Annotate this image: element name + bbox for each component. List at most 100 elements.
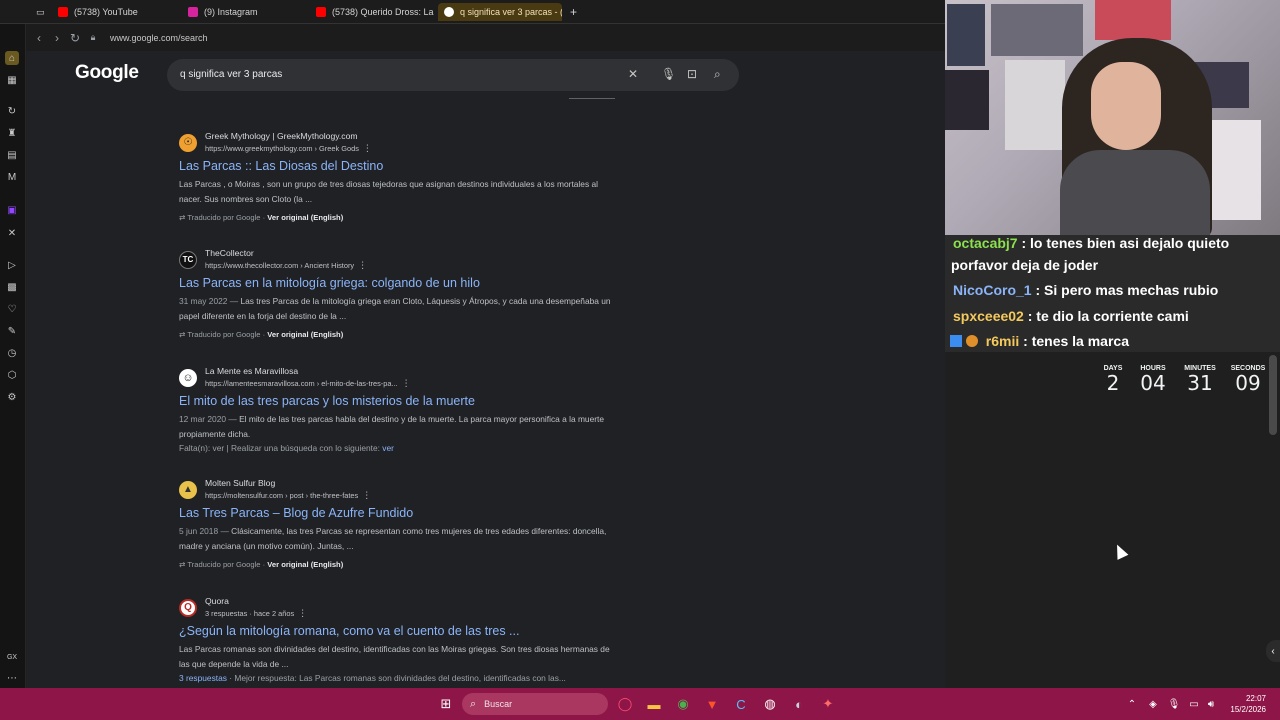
tab-overview-icon[interactable]: ▭ — [30, 3, 52, 21]
more-options-icon[interactable]: ⋮ — [402, 378, 411, 388]
taskbar-search[interactable]: ⌕ Buscar — [462, 693, 608, 715]
gaming-icon[interactable]: ▦ — [5, 73, 19, 87]
translated-label: Traducido por Google · — [187, 330, 266, 339]
site-url[interactable]: https://lamenteesmaravillosa.com › el-mi… — [205, 379, 398, 388]
game-icon[interactable]: ✦ — [818, 694, 838, 714]
heart-icon[interactable]: ♡ — [5, 302, 19, 316]
news-icon[interactable]: ▤ — [5, 148, 19, 162]
clear-icon[interactable]: ✕ — [628, 67, 638, 81]
twitch-icon[interactable]: ▣ — [5, 203, 19, 217]
mouse-cursor-icon — [1111, 542, 1129, 560]
view-original-link[interactable]: Ver original (English) — [267, 330, 343, 339]
result-title-link[interactable]: Las Parcas en la mitología griega: colga… — [179, 276, 619, 290]
side-panel-toggle-icon[interactable]: ‹ — [1266, 640, 1280, 662]
streamer-face — [1091, 62, 1161, 150]
tray-app-icon[interactable]: ◈ — [1143, 694, 1163, 714]
answers-link[interactable]: 3 respuestas — [179, 673, 227, 683]
file-explorer-icon[interactable]: ▬ — [644, 694, 664, 714]
more-options-icon[interactable]: ⋮ — [298, 608, 307, 618]
page-scrollbar[interactable] — [1269, 355, 1277, 435]
result-title-link[interactable]: ¿Según la mitología romana, como va el c… — [179, 624, 619, 638]
app-icon[interactable]: ◍ — [760, 694, 780, 714]
wall-poster — [947, 4, 985, 66]
site-name[interactable]: TheCollector — [205, 248, 367, 258]
chat-username: NicoCoro_1 — [953, 282, 1032, 298]
steam-icon[interactable]: ◐ — [789, 694, 809, 714]
settings-icon[interactable]: ⚙ — [5, 390, 19, 404]
gx-label[interactable]: GX — [5, 650, 19, 664]
result-date: 12 mar 2020 — — [179, 414, 237, 424]
view-original-link[interactable]: Ver original (English) — [267, 213, 343, 222]
search-icon[interactable]: ⌕ — [714, 67, 721, 82]
snippet-text: Las tres Parcas de la mitología griega e… — [179, 296, 611, 321]
search-result: ▲ Molten Sulfur Blog https://moltensulfu… — [179, 478, 619, 569]
snippet-text: Clásicamente, las tres Parcas se represe… — [179, 526, 607, 551]
brave-icon[interactable]: ▼ — [702, 694, 722, 714]
microphone-icon[interactable]: 🎙︎ — [661, 67, 676, 81]
search-result: ☉ Greek Mythology | GreekMythology.com h… — [179, 131, 619, 222]
site-url[interactable]: https://moltensulfur.com › post › the-th… — [205, 491, 358, 500]
tray-expand-icon[interactable]: ⌃ — [1122, 694, 1142, 714]
search-input[interactable]: q significa ver 3 parcas ✕ 🎙︎ ⊡ ⌕ — [167, 59, 739, 91]
clock-time: 22:07 — [1245, 694, 1266, 703]
site-name[interactable]: Molten Sulfur Blog — [205, 478, 371, 488]
player-icon[interactable]: ▷ — [5, 258, 19, 272]
extensions-icon[interactable]: ▩ — [5, 280, 19, 294]
google-logo[interactable]: Google — [75, 62, 139, 84]
more-options-icon[interactable]: ⋮ — [363, 143, 372, 153]
google-results-page: Google q significa ver 3 parcas ✕ 🎙︎ ⊡ ⌕… — [27, 51, 945, 688]
site-url[interactable]: https://www.thecollector.com › Ancient H… — [205, 261, 354, 270]
volume-icon[interactable]: 🔊︎ — [1201, 694, 1221, 714]
site-name[interactable]: Quora — [205, 596, 307, 606]
reload-icon[interactable]: ↻ — [66, 31, 84, 45]
back-icon[interactable]: ‹ — [30, 31, 48, 45]
home-icon[interactable]: ⌂ — [5, 51, 19, 65]
box-icon[interactable]: ⬡ — [5, 368, 19, 382]
windows-start-icon[interactable]: ⊞ — [436, 694, 456, 714]
result-date: 5 jun 2018 — — [179, 526, 229, 536]
site-logo-icon: ▲ — [179, 480, 197, 499]
site-logo-icon: ☺ — [179, 368, 197, 387]
clock-icon[interactable]: ◷ — [5, 346, 19, 360]
tab-youtube[interactable]: (5738) YouTube — [52, 3, 182, 21]
result-snippet: 31 may 2022 — Las tres Parcas de la mito… — [179, 294, 619, 324]
translated-label: Traducido por Google · — [187, 560, 266, 569]
site-url[interactable]: 3 respuestas · hace 2 años — [205, 609, 294, 618]
search-with-link[interactable]: ver — [382, 443, 394, 453]
system-clock[interactable]: 22:07 15/2/2026 — [1230, 693, 1266, 715]
badge-icon — [950, 335, 962, 347]
lens-icon[interactable]: ⊡ — [687, 67, 697, 81]
site-name[interactable]: Greek Mythology | GreekMythology.com — [205, 131, 372, 141]
microphone-icon[interactable]: 🎙︎ — [1164, 694, 1184, 714]
music-icon[interactable]: M — [5, 170, 19, 184]
result-title-link[interactable]: Las Parcas :: Las Diosas del Destino — [179, 159, 619, 173]
search-query[interactable]: q significa ver 3 parcas — [180, 69, 282, 80]
ccleaner-icon[interactable]: C — [731, 694, 751, 714]
more-options-icon[interactable]: ⋮ — [362, 490, 371, 500]
tab-google-search[interactable]: q significa ver 3 parcas - ( — [438, 3, 562, 21]
forward-icon[interactable]: › — [48, 31, 66, 45]
site-url[interactable]: https://www.greekmythology.com › Greek G… — [205, 144, 359, 153]
opera-gx-icon[interactable]: ◯ — [615, 694, 635, 714]
missing-text: Falta(n): ver | Realizar una búsqueda co… — [179, 443, 380, 453]
stream-chat: octacabj7 : lo tenes bien asi dejalo qui… — [945, 235, 1280, 352]
tab-querido-dross[interactable]: (5738) Querido Dross: La — [310, 3, 438, 21]
more-icon[interactable]: ⋯ — [5, 671, 19, 685]
tab-instagram[interactable]: (9) Instagram — [182, 3, 310, 21]
new-tab-button[interactable]: + — [564, 3, 582, 21]
tab-underline — [569, 98, 615, 99]
more-options-icon[interactable]: ⋮ — [358, 260, 367, 270]
x-twitter-icon[interactable]: ✕ — [5, 226, 19, 240]
history-icon[interactable]: ↻ — [5, 104, 19, 118]
result-title-link[interactable]: El mito de las tres parcas y los misteri… — [179, 394, 619, 408]
pin-icon[interactable]: ✎ — [5, 324, 19, 338]
site-name[interactable]: La Mente es Maravillosa — [205, 366, 411, 376]
result-title-link[interactable]: Las Tres Parcas – Blog de Azufre Fundido — [179, 506, 619, 520]
url-field[interactable]: www.google.com/search — [110, 33, 208, 43]
chat-text: porfavor deja de joder — [951, 257, 1099, 273]
lock-icon[interactable]: 🔒︎ — [84, 32, 102, 43]
view-original-link[interactable]: Ver original (English) — [267, 560, 343, 569]
chrome-icon[interactable]: ◉ — [673, 694, 693, 714]
tab-label: q significa ver 3 parcas - ( — [460, 7, 562, 17]
bag-icon[interactable]: ♜ — [5, 126, 19, 140]
